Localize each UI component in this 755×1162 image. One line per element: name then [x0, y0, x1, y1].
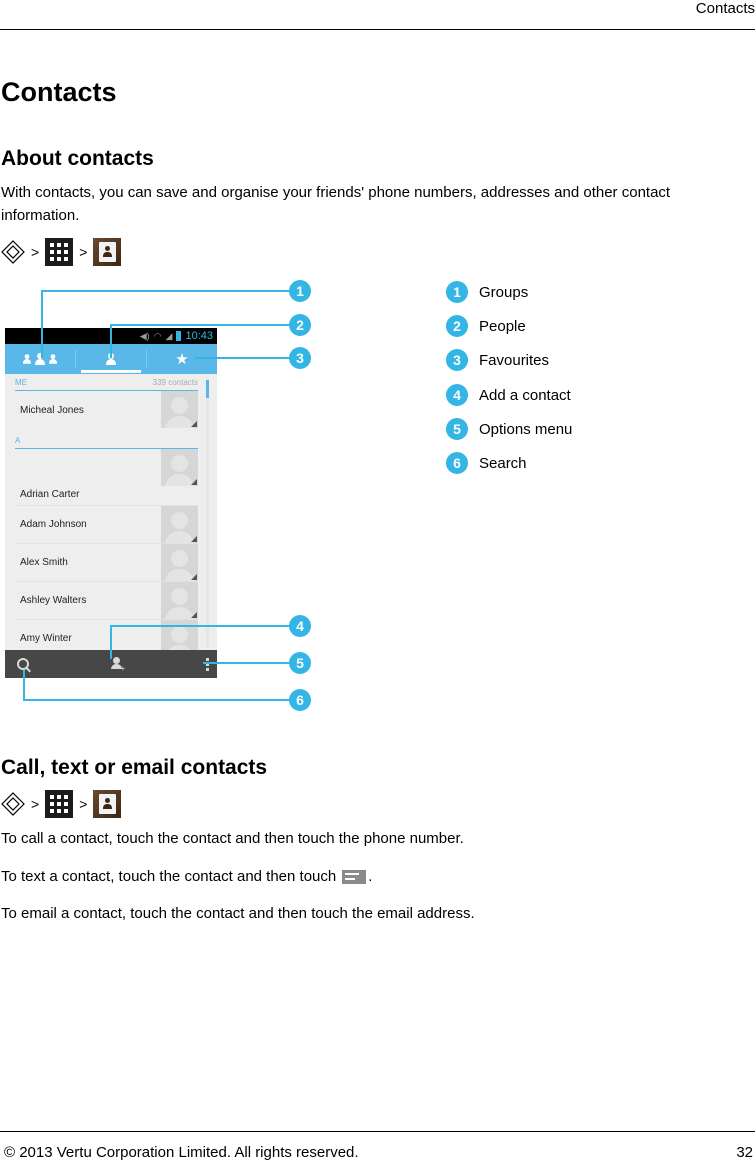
contacts-app-icon — [93, 238, 122, 266]
scrollbar-thumb[interactable] — [206, 380, 209, 398]
callout-line-2 — [110, 324, 112, 358]
wifi-icon: ◠ — [153, 330, 162, 341]
callout-line-6 — [23, 670, 25, 700]
contact-name: Ashley Walters — [20, 595, 87, 606]
contact-count: 339 contacts — [152, 377, 198, 387]
battery-icon — [176, 331, 182, 341]
legend-label: Options menu — [479, 420, 573, 438]
legend-label: Add a contact — [479, 386, 571, 404]
avatar — [161, 506, 198, 543]
list-item[interactable]: Micheal Jones — [15, 391, 198, 429]
search-icon[interactable] — [17, 658, 29, 670]
contact-list: ME 339 contacts Micheal Jones A Adrian C… — [5, 374, 217, 657]
callout-badge-2: 2 — [289, 314, 311, 336]
legend-label: People — [479, 317, 526, 335]
copyright: © 2013 Vertu Corporation Limited. All ri… — [4, 1144, 359, 1161]
callout-line-1 — [41, 290, 291, 292]
legend-item: 2 People — [446, 315, 526, 337]
section-heading-about: About contacts — [1, 147, 154, 170]
list-item[interactable]: Alex Smith — [15, 544, 198, 582]
legend-badge: 2 — [446, 315, 468, 337]
list-item[interactable]: Ashley Walters — [15, 582, 198, 620]
apps-grid-icon — [45, 790, 74, 818]
signal-icon: ◢ — [165, 330, 173, 341]
footer-divider — [0, 1131, 755, 1132]
status-time: 10:43 — [185, 330, 213, 342]
avatar — [161, 544, 198, 581]
contact-name: Adrian Carter — [20, 489, 80, 500]
volume-icon: ◀) — [139, 330, 150, 341]
vertu-key-icon — [1, 792, 25, 816]
contacts-app-icon — [93, 790, 122, 818]
callout-line-5 — [203, 662, 291, 664]
tab-favourites[interactable]: ★ — [147, 344, 217, 374]
callout-line-4 — [110, 625, 112, 659]
nav-separator: > — [79, 796, 88, 812]
callout-line-2 — [110, 324, 291, 326]
list-item[interactable]: Adam Johnson — [15, 506, 198, 544]
section-header-me: ME 339 contacts — [15, 374, 198, 391]
callout-badge-6: 6 — [289, 689, 311, 711]
callout-line-4 — [110, 625, 291, 627]
legend-item: 6 Search — [446, 452, 527, 474]
legend-badge: 4 — [446, 384, 468, 406]
legend-badge: 1 — [446, 281, 468, 303]
legend-label: Favourites — [479, 351, 550, 369]
legend-item: 4 Add a contact — [446, 384, 571, 406]
callout-badge-4: 4 — [289, 615, 311, 637]
tab-groups[interactable] — [5, 344, 75, 374]
list-item[interactable]: Adrian Carter — [15, 449, 198, 506]
vertu-key-icon — [1, 240, 25, 264]
scrollbar-track[interactable] — [206, 378, 209, 648]
page-number: 32 — [736, 1144, 753, 1161]
overflow-menu-icon[interactable] — [206, 657, 209, 671]
avatar — [161, 449, 198, 486]
callout-line-3 — [195, 357, 291, 359]
legend-item: 1 Groups — [446, 281, 528, 303]
contact-name: Alex Smith — [20, 557, 68, 568]
nav-separator: > — [31, 796, 40, 812]
callout-line-6 — [23, 699, 291, 701]
running-header: Contacts — [695, 0, 755, 17]
nav-separator: > — [79, 244, 88, 260]
page-title: Contacts — [1, 77, 117, 107]
avatar — [161, 391, 198, 428]
about-paragraph: With contacts, you can save and organise… — [1, 184, 671, 224]
email-instruction: To email a contact, touch the contact an… — [1, 905, 475, 922]
legend-label: Search — [479, 454, 527, 472]
legend-badge: 3 — [446, 349, 468, 371]
contact-name: Adam Johnson — [20, 519, 87, 530]
nav-path: > > — [1, 238, 122, 266]
avatar — [161, 582, 198, 619]
contact-name: Amy Winter — [20, 633, 72, 644]
contact-name: Micheal Jones — [20, 405, 84, 416]
nav-path: > > — [1, 790, 122, 818]
legend-badge: 6 — [446, 452, 468, 474]
call-instruction: To call a contact, touch the contact and… — [1, 830, 464, 847]
text-instruction: To text a contact, touch the contact and… — [1, 868, 373, 885]
header-divider — [0, 29, 755, 30]
callout-badge-1: 1 — [289, 280, 311, 302]
callout-badge-5: 5 — [289, 652, 311, 674]
nav-separator: > — [31, 244, 40, 260]
legend-badge: 5 — [446, 418, 468, 440]
apps-grid-icon — [45, 238, 74, 266]
callout-line-1 — [41, 290, 43, 358]
legend-label: Groups — [479, 283, 529, 301]
legend-item: 3 Favourites — [446, 349, 549, 371]
star-icon: ★ — [175, 351, 189, 368]
section-heading-call: Call, text or email contacts — [1, 756, 268, 779]
groups-icon — [21, 353, 59, 365]
message-icon — [342, 870, 367, 885]
callout-badge-3: 3 — [289, 347, 311, 369]
legend-item: 5 Options menu — [446, 418, 572, 440]
section-header-a: A — [15, 432, 198, 449]
add-contact-icon[interactable]: + — [110, 657, 125, 673]
